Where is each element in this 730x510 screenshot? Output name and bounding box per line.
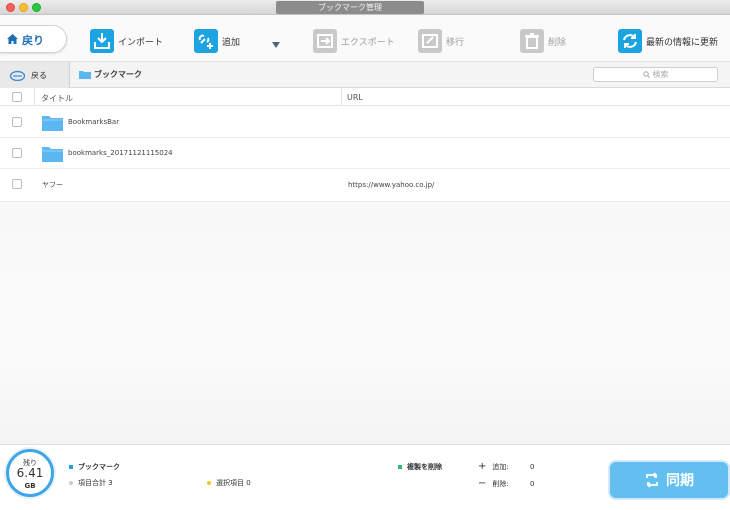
close-window-button[interactable] (6, 3, 15, 12)
legend-duplicate-delete: 複製を削除 (398, 462, 442, 472)
selected-items: 選択項目 0 (207, 478, 251, 488)
add-count: + 追加: 0 (478, 461, 534, 472)
add-count-label: 追加: (492, 462, 509, 471)
legend-dot (207, 481, 211, 485)
breadcrumb-label: ブックマーク (94, 70, 142, 79)
legend-dot (69, 481, 73, 485)
selected-label: 選択項目 (216, 479, 244, 487)
navigation-bar: 戻る ブックマーク 検索 (0, 62, 730, 88)
item-total-value: 3 (108, 479, 113, 487)
folder-icon (79, 71, 91, 79)
sync-button[interactable]: 同期 (610, 462, 728, 498)
export-icon (313, 29, 337, 53)
duplicate-delete-label: 複製を削除 (407, 463, 442, 471)
row-title: ヤフー (42, 181, 63, 189)
table-row[interactable]: BookmarksBar (0, 106, 730, 138)
trash-icon (520, 29, 544, 53)
table-row[interactable]: bookmarks_20171121115024 (0, 138, 730, 169)
search-placeholder: 検索 (652, 70, 669, 79)
minimize-window-button[interactable] (19, 3, 28, 12)
breadcrumb[interactable]: ブックマーク (79, 69, 142, 80)
import-icon (90, 29, 114, 53)
table-row[interactable]: ヤフー https://www.yahoo.co.jp/ (0, 169, 730, 202)
export-button[interactable]: エクスポート (313, 28, 395, 54)
status-footer: 残り 6.41 GB ブックマーク 項目合計 3 選択項目 0 複製を削除 + … (0, 444, 730, 510)
sync-icon (646, 472, 658, 488)
move-button[interactable]: 移行 (418, 28, 464, 54)
storage-gauge: 残り 6.41 GB (6, 449, 54, 497)
row-checkbox[interactable] (12, 179, 22, 189)
add-count-value: 0 (530, 462, 535, 471)
legend-dot (69, 465, 73, 469)
search-icon (642, 71, 650, 78)
column-divider (34, 88, 35, 106)
storage-value: 6.41 (16, 466, 44, 480)
import-button[interactable]: インポート (90, 28, 163, 54)
minus-icon: − (478, 478, 487, 489)
add-label: 追加 (222, 37, 241, 48)
row-checkbox[interactable] (12, 117, 22, 127)
table-empty-area (0, 202, 730, 444)
selected-value: 0 (246, 479, 251, 487)
delete-count: − 削除: 0 (478, 478, 534, 489)
column-header-title[interactable]: タイトル (41, 93, 73, 104)
row-title: bookmarks_20171121115024 (68, 149, 173, 157)
delete-count-label: 削除: (492, 479, 509, 488)
toolbar: 戻り インポート 追加 エクスポート 移行 削除 最新の情報に更新 (0, 15, 730, 62)
select-all-checkbox[interactable] (12, 92, 22, 102)
legend-bookmark-label: ブックマーク (78, 463, 120, 471)
folder-icon (42, 147, 63, 162)
storage-unit: GB (24, 482, 36, 490)
add-dropdown-chevron-icon[interactable] (272, 42, 280, 48)
refresh-label: 最新の情報に更新 (646, 37, 719, 48)
column-header-url[interactable]: URL (347, 93, 363, 102)
back-button[interactable]: 戻り (0, 25, 67, 53)
nav-back-label: 戻る (31, 71, 47, 80)
move-label: 移行 (446, 37, 465, 48)
folder-icon (42, 116, 63, 131)
legend-bookmark: ブックマーク (69, 462, 120, 472)
add-button[interactable]: 追加 (194, 28, 240, 54)
item-total-label: 項目合計 (78, 479, 106, 487)
title-bar: ブックマーク管理 (0, 0, 730, 15)
plus-icon: + (478, 461, 487, 472)
column-divider (341, 88, 342, 106)
delete-button[interactable]: 削除 (520, 28, 566, 54)
export-label: エクスポート (341, 37, 395, 48)
row-checkbox[interactable] (12, 148, 22, 158)
table-header: タイトル URL (0, 88, 730, 106)
delete-count-value: 0 (530, 479, 535, 488)
row-url[interactable]: https://www.yahoo.co.jp/ (348, 181, 434, 189)
legend-dot (398, 465, 402, 469)
refresh-icon (618, 29, 642, 53)
delete-label: 削除 (548, 37, 567, 48)
maximize-window-button[interactable] (32, 3, 41, 12)
row-title: BookmarksBar (68, 118, 120, 126)
window-title: ブックマーク管理 (276, 1, 424, 14)
nav-back-button[interactable]: 戻る (0, 62, 70, 88)
import-label: インポート (118, 37, 164, 48)
move-icon (418, 29, 442, 53)
sync-label: 同期 (666, 473, 694, 489)
home-icon (7, 34, 18, 44)
search-input[interactable]: 検索 (593, 67, 718, 82)
add-link-icon (194, 29, 218, 53)
back-button-label: 戻り (22, 34, 44, 47)
refresh-button[interactable]: 最新の情報に更新 (618, 28, 718, 54)
item-total: 項目合計 3 (69, 478, 113, 488)
device-icon (10, 70, 25, 81)
